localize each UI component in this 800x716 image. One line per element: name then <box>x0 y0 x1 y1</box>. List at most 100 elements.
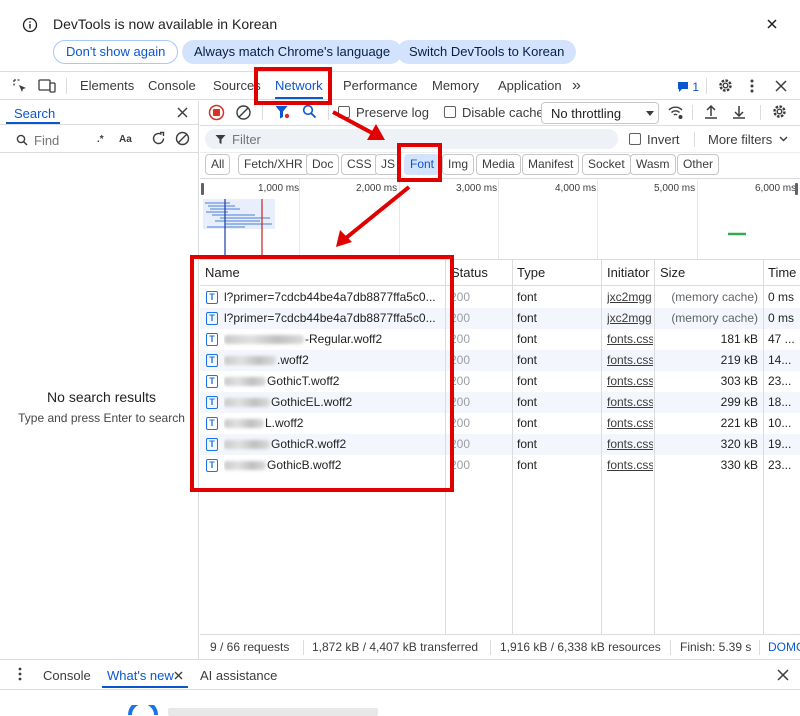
drawer-tab-whats-new[interactable]: What's new <box>107 668 174 683</box>
toolbar-divider <box>262 105 263 120</box>
request-initiator[interactable]: fonts.css <box>607 350 653 371</box>
network-settings-gear-icon[interactable] <box>771 103 788 120</box>
tab-console[interactable]: Console <box>148 72 196 100</box>
type-filter-all[interactable]: All <box>205 154 231 175</box>
close-devtools-icon[interactable] <box>775 80 787 92</box>
infobar-message: DevTools is now available in Korean <box>53 16 278 32</box>
close-infobar-icon[interactable] <box>766 18 778 30</box>
request-initiator[interactable]: jxc2mgg <box>607 287 653 308</box>
type-filter-manifest[interactable]: Manifest <box>522 154 580 175</box>
disable-cache-checkbox[interactable] <box>444 106 456 118</box>
kebab-menu-icon[interactable] <box>750 78 754 94</box>
request-status: 200 <box>450 416 471 430</box>
request-time: 0 ms <box>768 311 795 325</box>
request-initiator[interactable]: jxc2mgg <box>607 308 653 329</box>
preserve-log-checkbox[interactable] <box>338 106 350 118</box>
column-header-initiator[interactable]: Initiator <box>607 265 650 280</box>
request-size: 303 kB <box>720 374 758 388</box>
drawer-divider <box>0 689 800 690</box>
request-size: 219 kB <box>720 353 758 367</box>
request-initiator[interactable]: fonts.css <box>607 413 653 434</box>
request-initiator[interactable]: fonts.css <box>607 329 653 350</box>
request-initiator[interactable]: fonts.css <box>607 392 653 413</box>
status-divider <box>759 640 760 655</box>
refresh-icon[interactable] <box>151 131 166 146</box>
search-find-input[interactable] <box>34 131 94 149</box>
more-tabs-button[interactable]: » <box>572 72 581 100</box>
invert-checkbox[interactable] <box>629 133 641 145</box>
regex-toggle[interactable]: .* <box>97 134 104 145</box>
search-network-icon[interactable] <box>302 104 317 119</box>
network-conditions-wifi-icon[interactable] <box>667 104 684 121</box>
request-status: 200 <box>450 374 471 388</box>
filter-funnel-icon[interactable] <box>274 104 290 120</box>
stop-recording-icon[interactable] <box>208 104 225 121</box>
column-header-type[interactable]: Type <box>517 265 545 280</box>
request-time: 23... <box>768 458 792 472</box>
request-status: 200 <box>450 458 471 472</box>
type-filter-doc[interactable]: Doc <box>306 154 340 175</box>
toolbar-divider <box>328 105 329 120</box>
column-header-size[interactable]: Size <box>660 265 685 280</box>
drawer-tab-console[interactable]: Console <box>43 668 91 683</box>
switch-to-korean-button[interactable]: Switch DevTools to Korean <box>397 40 577 64</box>
always-match-language-button[interactable]: Always match Chrome's language <box>182 40 403 64</box>
request-status: 200 <box>450 290 471 304</box>
type-filter-socket[interactable]: Socket <box>582 154 631 175</box>
request-initiator[interactable]: fonts.css <box>607 371 653 392</box>
request-type: font <box>517 395 538 409</box>
type-filter-wasm[interactable]: Wasm <box>630 154 676 175</box>
drawer-tab-ai-assistance[interactable]: AI assistance <box>200 668 277 683</box>
drawer-tab-close-icon[interactable] <box>174 671 183 680</box>
export-har-icon[interactable] <box>732 104 746 120</box>
device-toolbar-icon[interactable] <box>38 78 56 94</box>
issues-counter[interactable]: 1 <box>677 79 699 94</box>
request-status: 200 <box>450 395 471 409</box>
tab-application[interactable]: Application <box>498 72 562 100</box>
tab-elements[interactable]: Elements <box>80 72 134 100</box>
settings-gear-icon[interactable] <box>717 77 734 94</box>
type-filter-img[interactable]: Img <box>442 154 475 175</box>
request-status: 200 <box>450 332 471 346</box>
finish-time: Finish: 5.39 s <box>680 640 752 654</box>
preserve-log-label: Preserve log <box>356 105 429 120</box>
request-type: font <box>517 374 538 388</box>
tab-performance[interactable]: Performance <box>343 72 417 100</box>
overview-timeline[interactable]: 1,000 ms 2,000 ms 3,000 ms 4,000 ms 5,00… <box>200 178 800 260</box>
clear-log-icon[interactable] <box>235 104 252 121</box>
request-size: (memory cache) <box>671 311 758 325</box>
search-icon <box>16 134 28 146</box>
drawer-menu-icon[interactable] <box>18 667 22 681</box>
annotation-box-font-filter <box>397 143 442 182</box>
request-time: 47 ... <box>768 332 795 346</box>
request-initiator[interactable]: fonts.css <box>607 455 653 476</box>
tab-memory[interactable]: Memory <box>432 72 479 100</box>
column-header-status[interactable]: Status <box>451 265 488 280</box>
throttling-select[interactable]: No throttling <box>541 102 659 124</box>
more-filters-dropdown[interactable]: More filters <box>708 132 772 147</box>
import-har-icon[interactable] <box>704 104 718 120</box>
request-status: 200 <box>450 437 471 451</box>
match-case-toggle[interactable]: Aa <box>119 134 132 145</box>
column-divider <box>763 260 764 634</box>
type-filter-fetch-xhr[interactable]: Fetch/XHR <box>238 154 309 175</box>
inspect-element-icon[interactable] <box>12 78 28 94</box>
close-drawer-icon[interactable] <box>777 669 789 681</box>
search-tab[interactable]: Search <box>14 106 55 121</box>
overview-waterfall <box>203 199 746 259</box>
request-initiator[interactable]: fonts.css <box>607 434 653 455</box>
request-time: 0 ms <box>768 290 795 304</box>
clear-search-icon[interactable] <box>175 131 190 146</box>
request-time: 23... <box>768 374 792 388</box>
close-search-icon[interactable] <box>177 107 188 118</box>
filter-input[interactable] <box>232 130 532 148</box>
chevron-down-icon <box>779 136 788 142</box>
dont-show-again-button[interactable]: Don't show again <box>53 40 179 64</box>
request-size: 181 kB <box>720 332 758 346</box>
request-count: 9 / 66 requests <box>210 640 290 654</box>
filter-icon <box>215 134 226 145</box>
type-filter-css[interactable]: CSS <box>341 154 378 175</box>
column-header-time[interactable]: Time <box>768 265 796 280</box>
type-filter-other[interactable]: Other <box>677 154 720 175</box>
type-filter-media[interactable]: Media <box>476 154 521 175</box>
